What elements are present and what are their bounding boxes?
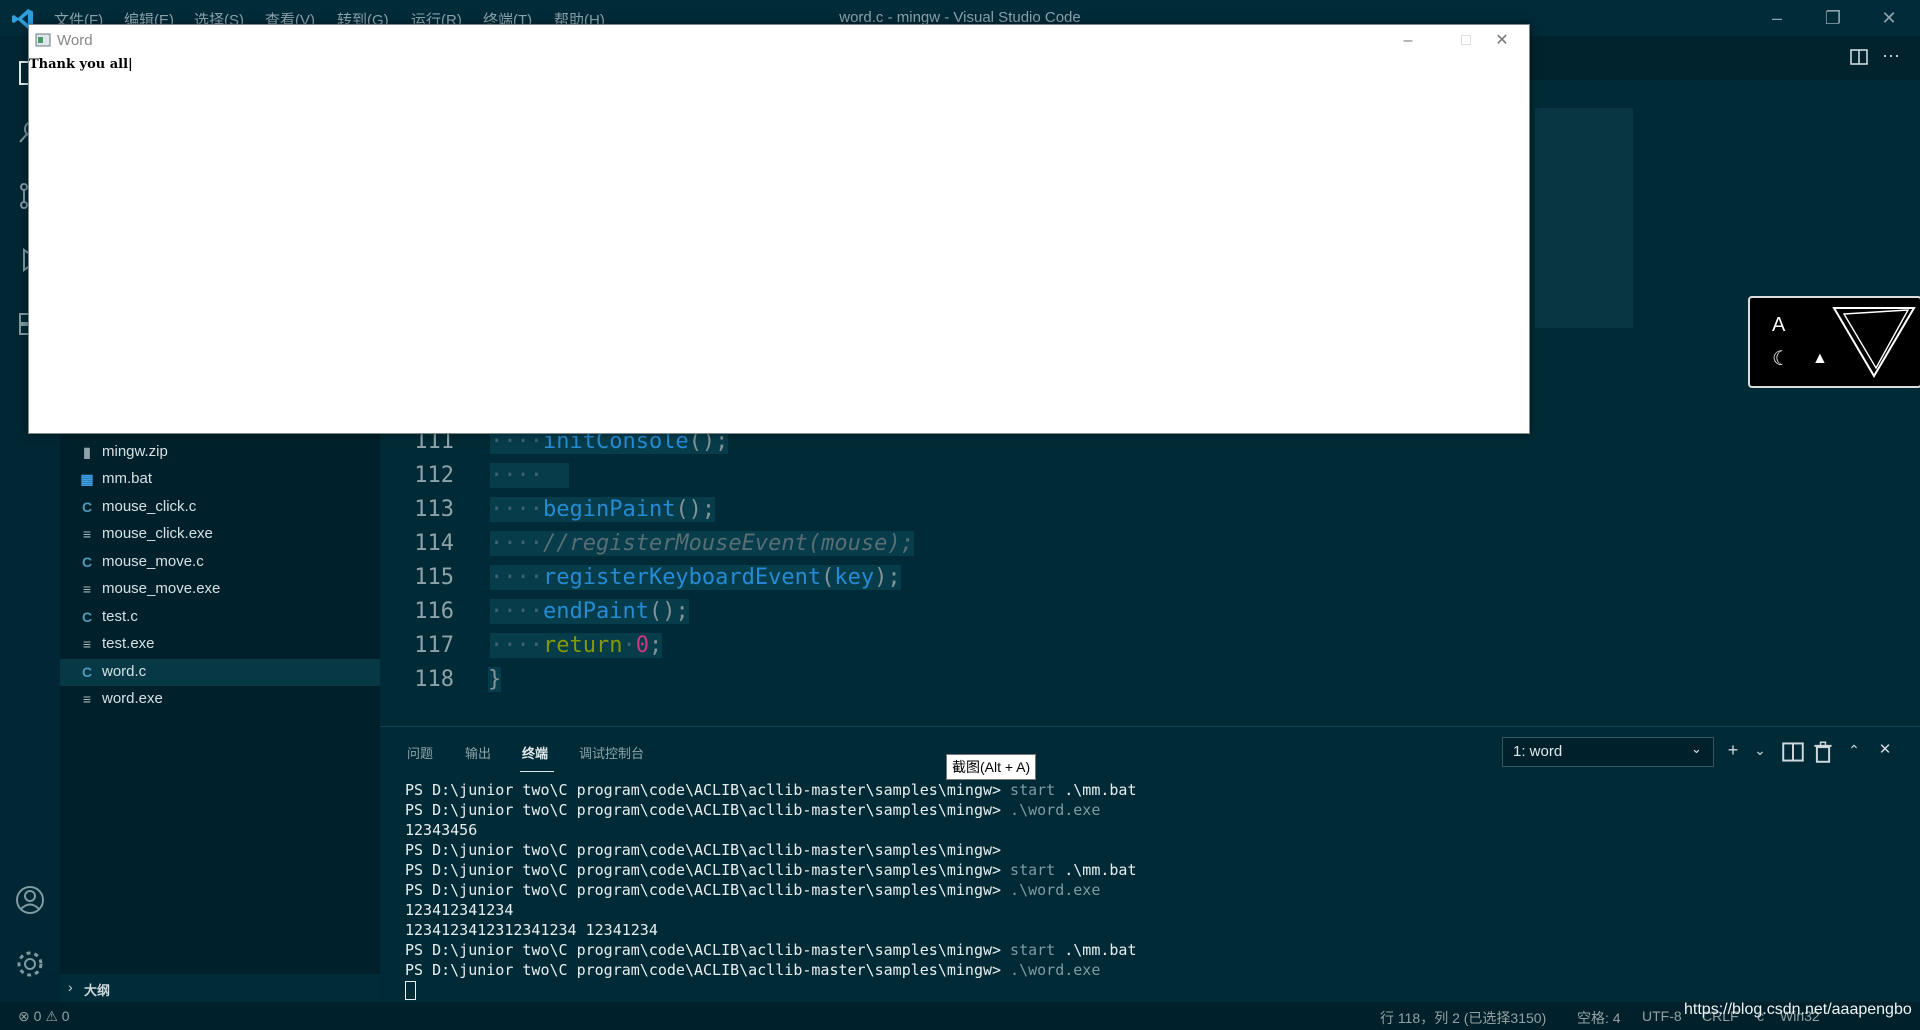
more-actions-icon[interactable]: ⋯ [1882, 46, 1900, 67]
file-item[interactable]: C mouse_click.c [60, 494, 380, 521]
settings-gear-icon[interactable] [14, 948, 46, 980]
indentation[interactable]: 空格: 4 [1577, 1008, 1621, 1028]
tab-problems[interactable]: 问题 [407, 743, 433, 762]
file-item[interactable]: ≡ mouse_move.exe [60, 576, 380, 603]
tab-terminal[interactable]: 终端 [522, 743, 548, 762]
minimap[interactable] [1535, 108, 1633, 328]
moon-icon: ☾ [1772, 348, 1790, 370]
code-line: ····endPaint(); [490, 599, 689, 624]
file-item[interactable]: C test.c [60, 604, 380, 631]
warning-icon: ⚠ [45, 1008, 58, 1024]
close-panel-icon[interactable]: ✕ [1874, 739, 1896, 761]
outline-section-header[interactable]: › 大纲 [60, 974, 380, 1002]
exe-file-icon: ≡ [82, 691, 92, 707]
terminal-select[interactable]: 1: word ⌄ [1502, 737, 1714, 767]
exe-file-icon: ≡ [82, 581, 92, 597]
active-tab-underline [520, 771, 554, 772]
line-number: 113 [414, 497, 454, 522]
screenshot-tooltip: 截图(Alt + A) [946, 754, 1037, 780]
word-app-window[interactable]: Word – □ ✕ Thank you all| [28, 24, 1530, 434]
exe-file-icon: ≡ [82, 526, 92, 542]
code-line: } [488, 667, 502, 692]
file-item[interactable]: ▦ mm.bat [60, 466, 380, 493]
file-item[interactable]: ≡ test.exe [60, 631, 380, 658]
word-window-title: Word [57, 32, 93, 49]
code-line: ····beginPaint(); [490, 497, 716, 522]
code-line: ····return·0; [490, 633, 663, 658]
triangle-logo-icon [1832, 307, 1916, 378]
c-file-icon: C [81, 499, 93, 515]
restore-button[interactable]: ❐ [1810, 6, 1856, 30]
zip-file-icon: ▮ [83, 444, 91, 460]
outline-label: 大纲 [84, 983, 111, 998]
code-line: ····registerKeyboardEvent(key); [490, 565, 901, 590]
file-item-active[interactable]: C word.c [60, 659, 380, 686]
minimize-button[interactable]: – [1754, 6, 1800, 30]
word-minimize-button[interactable]: – [1385, 27, 1431, 55]
split-terminal-icon[interactable] [1782, 741, 1804, 763]
word-close-button[interactable]: ✕ [1479, 27, 1525, 55]
chevron-down-icon[interactable]: ⌄ [1749, 739, 1771, 761]
split-editor-icon[interactable] [1850, 48, 1868, 66]
line-number: 115 [414, 565, 454, 590]
status-bar: ⊗ 0 ⚠ 0 行 118，列 2 (已选择3150) 空格: 4 UTF-8 … [0, 1001, 1920, 1030]
code-line: ···· [490, 463, 570, 488]
file-item[interactable]: C mouse_move.c [60, 549, 380, 576]
trash-icon[interactable] [1812, 741, 1834, 763]
maximize-panel-icon[interactable]: ⌃ [1843, 739, 1865, 761]
account-icon[interactable] [14, 884, 46, 916]
bottom-panel: 问题 输出 终端 调试控制台 1: word ⌄ + ⌄ ⌃ ✕ PS D:\j… [380, 726, 1920, 1003]
line-number: 118 [414, 667, 454, 692]
file-item[interactable]: ▮ mingw.zip [60, 439, 380, 466]
close-button[interactable]: ✕ [1866, 6, 1912, 30]
c-file-icon: C [81, 664, 93, 680]
line-number: 116 [414, 599, 454, 624]
exe-file-icon: ≡ [82, 636, 92, 652]
word-title-bar: Word – □ ✕ [29, 25, 1529, 55]
line-number: 112 [414, 463, 454, 488]
app-window-icon [35, 33, 51, 47]
windows-bat-icon: ▦ [80, 471, 94, 487]
shirt-icon: ▲ [1812, 350, 1828, 367]
c-file-icon: C [81, 609, 93, 625]
cursor-position[interactable]: 行 118，列 2 (已选择3150) [1380, 1008, 1546, 1028]
line-number: 117 [414, 633, 454, 658]
chevron-down-icon: ⌄ [1691, 741, 1702, 756]
file-item[interactable]: ≡ mouse_click.exe [60, 521, 380, 548]
c-file-icon: C [81, 554, 93, 570]
encoding[interactable]: UTF-8 [1642, 1008, 1682, 1024]
error-icon: ⊗ [18, 1008, 30, 1024]
file-item[interactable]: ≡ word.exe [60, 686, 380, 713]
tab-output[interactable]: 输出 [465, 743, 491, 762]
watermark: https://blog.csdn.net/aaapengbo [1684, 1001, 1912, 1018]
new-terminal-plus-icon[interactable]: + [1722, 739, 1744, 761]
floating-widget[interactable]: A ☾ ▲ [1748, 296, 1920, 388]
problems-status[interactable]: ⊗ 0 ⚠ 0 [18, 1008, 70, 1025]
line-number: 114 [414, 531, 454, 556]
chevron-right-icon: › [68, 979, 73, 995]
code-line: ····//registerMouseEvent(mouse); [490, 531, 914, 556]
input-mode-letter: A [1772, 314, 1786, 336]
word-output-text: Thank you all| [29, 57, 133, 72]
terminal-cursor [405, 981, 416, 1000]
tab-debug-console[interactable]: 调试控制台 [579, 743, 644, 762]
